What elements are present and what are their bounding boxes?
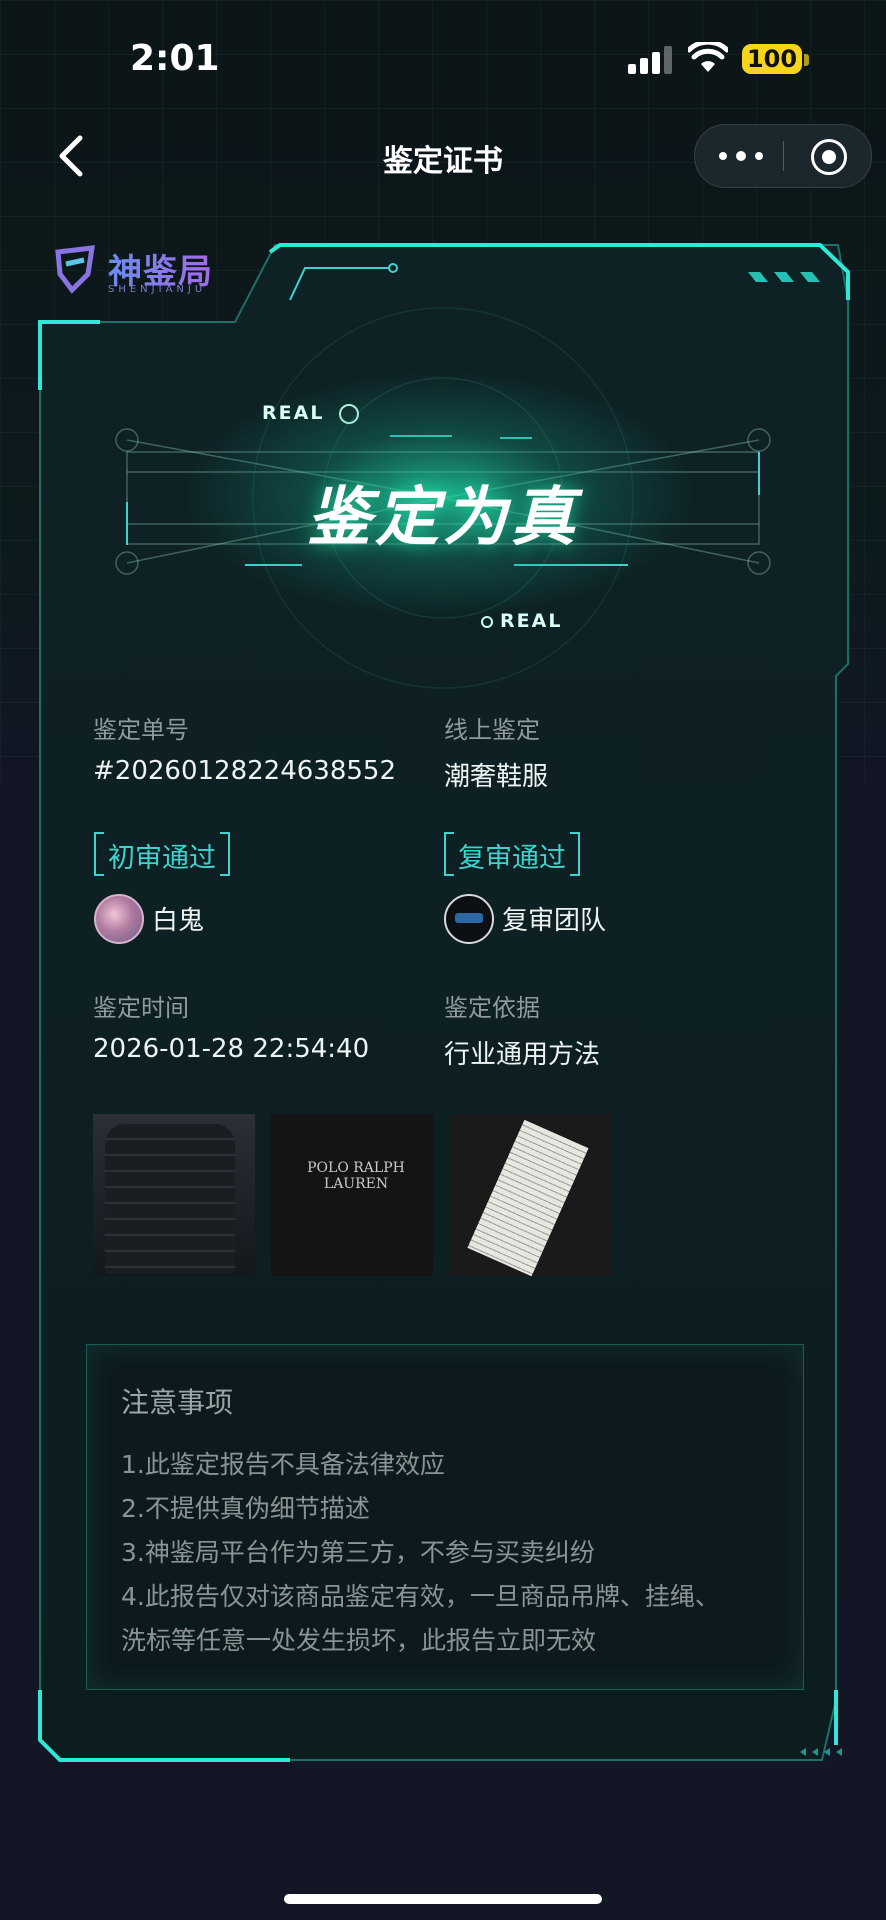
- item-photo-care-tag[interactable]: [449, 1114, 611, 1276]
- review-team-avatar: [444, 894, 494, 944]
- notice-box: 注意事项 1.此鉴定报告不具备法律效应 2.不提供真伪细节描述 3.神鉴局平台作…: [86, 1344, 804, 1690]
- reviewer-avatar: [94, 894, 144, 944]
- first-reviewer-name: 白鬼: [152, 906, 205, 936]
- notice-line: 洗标等任意一处发生损坏，此报告立即无效: [121, 1626, 597, 1655]
- home-indicator[interactable]: [284, 1894, 602, 1904]
- notice-title: 注意事项: [121, 1386, 234, 1419]
- appraisal-basis-label: 鉴定依据: [444, 994, 540, 1022]
- notice-line: 4.此报告仅对该商品鉴定有效，一旦商品吊牌、挂绳、: [121, 1582, 720, 1611]
- order-number-label: 鉴定单号: [93, 716, 189, 744]
- second-reviewer-name: 复审团队: [502, 906, 607, 936]
- first-review-badge: 初审通过: [94, 832, 230, 876]
- appraisal-time-value: 2026-01-28 22:54:40: [93, 1034, 370, 1064]
- notice-line: 2.不提供真伪细节描述: [121, 1494, 370, 1523]
- real-tag-bottom: REAL: [500, 610, 563, 632]
- notice-line: 1.此鉴定报告不具备法律效应: [121, 1450, 445, 1479]
- collar-label-text: POLO RALPH LAUREN: [307, 1160, 405, 1192]
- verdict-title: 鉴定为真: [307, 481, 579, 555]
- category-value: 潮奢鞋服: [444, 762, 549, 792]
- shield-logo-icon: [55, 245, 95, 294]
- appraisal-basis-value: 行业通用方法: [444, 1040, 601, 1070]
- appraisal-time-label: 鉴定时间: [93, 994, 189, 1022]
- order-number-value: #20260128224638552: [93, 756, 396, 786]
- service-type-label: 线上鉴定: [444, 716, 540, 744]
- second-review-badge: 复审通过: [444, 832, 580, 876]
- item-photo-jacket[interactable]: [93, 1114, 255, 1276]
- item-photo-collar-label[interactable]: POLO RALPH LAUREN: [271, 1114, 433, 1276]
- shenjianju-logo: 神鉴局 SHENJIANJU: [52, 244, 232, 300]
- notice-line: 3.神鉴局平台作为第三方，不参与买卖纠纷: [121, 1538, 595, 1567]
- logo-subtitle: SHENJIANJU: [108, 284, 207, 295]
- real-tag-top: REAL: [262, 402, 325, 424]
